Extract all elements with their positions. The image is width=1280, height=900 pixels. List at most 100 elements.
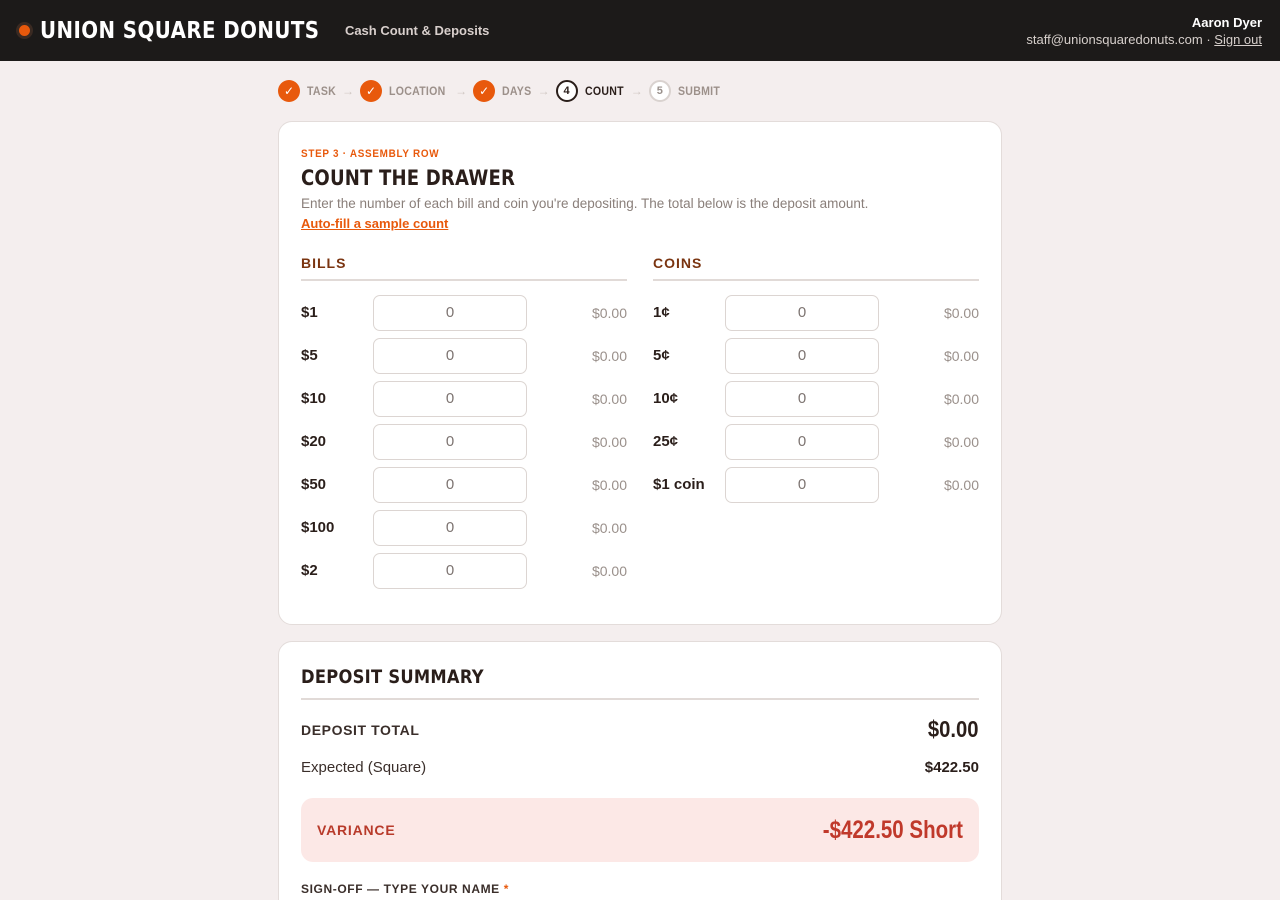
arrow-right-icon: →: [341, 84, 354, 98]
deposit-total-label: DEPOSIT TOTAL: [301, 721, 420, 738]
deposit-summary-card: DEPOSIT SUMMARY DEPOSIT TOTAL $0.00 Expe…: [278, 641, 1002, 900]
denom-amount: $0.00: [591, 433, 627, 450]
bill-10-count-input[interactable]: [373, 380, 527, 417]
denom-amount: $0.00: [943, 347, 979, 364]
denom-label: 25¢: [653, 433, 679, 450]
denom-label: $5: [301, 347, 318, 364]
bill-5-count-input[interactable]: [373, 337, 527, 374]
step-count: 4 COUNT: [555, 80, 629, 102]
card-description: Enter the number of each bill and coin y…: [301, 196, 869, 211]
separator: ·: [1206, 31, 1211, 47]
denom-label: $20: [301, 433, 327, 450]
bills-heading: BILLS: [301, 255, 627, 281]
step-submit: 5 SUBMIT: [648, 80, 726, 102]
step-location[interactable]: ✓ LOCATION: [359, 80, 453, 102]
count-drawer-card: STEP 3 · ASSEMBLY ROW COUNT THE DRAWER E…: [278, 121, 1002, 625]
checkmark-icon: ✓: [278, 80, 300, 102]
bill-20-count-input[interactable]: [373, 423, 527, 460]
expected-label: Expected (Square): [301, 759, 427, 776]
main-content: ✓ TASK → ✓ LOCATION → ✓ DAYS → 4 COUNT →…: [278, 61, 1002, 900]
denom-label: 1¢: [653, 304, 670, 321]
deposit-total-row: DEPOSIT TOTAL $0.00: [301, 716, 979, 743]
denom-amount: $0.00: [943, 390, 979, 407]
step-label: DAYS: [502, 84, 532, 98]
checkmark-icon: ✓: [359, 80, 382, 102]
sign-out-link[interactable]: Sign out: [1214, 32, 1262, 47]
bill-row-10: $10 $0.00: [301, 377, 627, 420]
arrow-right-icon: →: [455, 84, 468, 98]
denom-amount: $0.00: [591, 476, 627, 493]
bill-100-count-input[interactable]: [373, 509, 527, 546]
autofill-sample-link[interactable]: Auto-fill a sample count: [301, 216, 448, 231]
denom-label: $100: [301, 519, 335, 536]
expected-value: $422.50: [924, 759, 979, 776]
brand-logo-dot-icon: [16, 22, 33, 39]
step-label: LOCATION: [388, 84, 446, 98]
app-subtitle: Cash Count & Deposits: [344, 23, 490, 38]
denom-amount: $0.00: [591, 390, 627, 407]
user-email: staff@unionsquaredonuts.com: [1026, 31, 1203, 47]
coin-row-1c: 1¢ $0.00: [653, 291, 979, 334]
coin-25c-count-input[interactable]: [725, 423, 879, 460]
denomination-columns: BILLS $1 $0.00 $5 $0.00 $10 $0.00: [301, 255, 979, 592]
summary-title: DEPOSIT SUMMARY: [301, 666, 979, 700]
denom-label: $1: [301, 304, 318, 321]
user-info: Aaron Dyer staff@unionsquaredonuts.com ·…: [1026, 14, 1262, 48]
step-number: 5: [648, 80, 671, 102]
step-label: COUNT: [584, 84, 624, 98]
bill-50-count-input[interactable]: [373, 466, 527, 503]
card-title: COUNT THE DRAWER: [301, 166, 516, 190]
denom-label: $2: [301, 562, 318, 579]
denom-label: 10¢: [653, 390, 679, 407]
bill-row-5: $5 $0.00: [301, 334, 627, 377]
coin-row-1-dollar: $1 coin $0.00: [653, 463, 979, 506]
coin-row-10c: 10¢ $0.00: [653, 377, 979, 420]
signoff-label-text: SIGN-OFF — TYPE YOUR NAME: [301, 882, 500, 896]
coin-1c-count-input[interactable]: [725, 294, 879, 331]
progress-stepper: ✓ TASK → ✓ LOCATION → ✓ DAYS → 4 COUNT →…: [278, 61, 1002, 121]
denom-label: $10: [301, 390, 327, 407]
deposit-total-value: $0.00: [928, 716, 979, 742]
bill-row-50: $50 $0.00: [301, 463, 627, 506]
bill-2-count-input[interactable]: [373, 552, 527, 589]
variance-label: VARIANCE: [317, 822, 396, 838]
coins-heading: COINS: [653, 255, 979, 281]
user-email-line: staff@unionsquaredonuts.com · Sign out: [1026, 31, 1262, 48]
brand-name: UNION SQUARE DONUTS: [40, 17, 320, 44]
arrow-right-icon: →: [537, 84, 550, 98]
bill-1-count-input[interactable]: [373, 294, 527, 331]
expected-row: Expected (Square) $422.50: [301, 759, 979, 776]
denom-amount: $0.00: [943, 476, 979, 493]
step-eyebrow: STEP 3 · ASSEMBLY ROW: [301, 148, 440, 160]
coins-column: COINS 1¢ $0.00 5¢ $0.00 10¢ $0.00: [653, 255, 979, 592]
bill-row-1: $1 $0.00: [301, 291, 627, 334]
denom-amount: $0.00: [591, 347, 627, 364]
bills-column: BILLS $1 $0.00 $5 $0.00 $10 $0.00: [301, 255, 627, 592]
denom-amount: $0.00: [591, 304, 627, 321]
checkmark-icon: ✓: [473, 80, 496, 102]
top-bar: UNION SQUARE DONUTS Cash Count & Deposit…: [0, 0, 1280, 61]
denom-label: $50: [301, 476, 327, 493]
step-label: SUBMIT: [677, 84, 720, 98]
bill-row-100: $100 $0.00: [301, 506, 627, 549]
step-task[interactable]: ✓ TASK: [278, 80, 340, 102]
step-label: TASK: [307, 84, 337, 98]
variance-value: -$422.50 Short: [822, 815, 963, 844]
user-name: Aaron Dyer: [1191, 14, 1262, 30]
coin-1-dollar-count-input[interactable]: [725, 466, 879, 503]
denom-amount: $0.00: [591, 562, 627, 579]
denom-amount: $0.00: [943, 433, 979, 450]
signoff-label: SIGN-OFF — TYPE YOUR NAME *: [301, 882, 979, 896]
step-days[interactable]: ✓ DAYS: [473, 80, 535, 102]
denom-amount: $0.00: [943, 304, 979, 321]
step-number: 4: [555, 80, 578, 102]
arrow-right-icon: →: [630, 84, 643, 98]
variance-box: VARIANCE -$422.50 Short: [301, 798, 979, 862]
denom-label: $1 coin: [653, 476, 705, 493]
brand: UNION SQUARE DONUTS Cash Count & Deposit…: [16, 18, 489, 44]
bill-row-20: $20 $0.00: [301, 420, 627, 463]
summary-title-text: DEPOSIT SUMMARY: [301, 666, 484, 688]
coin-10c-count-input[interactable]: [725, 380, 879, 417]
denom-label: 5¢: [653, 347, 670, 364]
coin-5c-count-input[interactable]: [725, 337, 879, 374]
